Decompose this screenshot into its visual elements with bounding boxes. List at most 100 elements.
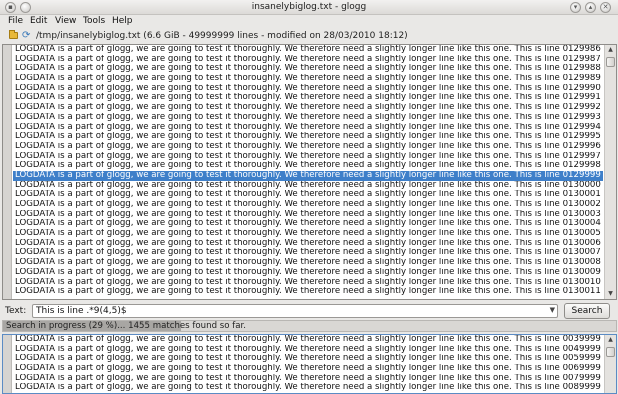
log-line[interactable]: LOGDATA is a part of glogg, we are going… xyxy=(13,170,603,181)
log-line[interactable]: LOGDATA is a part of glogg, we are going… xyxy=(13,229,603,239)
log-line-text: LOGDATA is a part of glogg, we are going… xyxy=(15,267,601,277)
log-line-text: LOGDATA is a part of glogg, we are going… xyxy=(15,258,601,268)
filtered-scroll-thumb[interactable] xyxy=(606,347,615,357)
log-line[interactable]: LOGDATA is a part of glogg, we are going… xyxy=(13,239,603,249)
filtered-line[interactable]: LOGDATA is a part of glogg, we are going… xyxy=(13,383,603,393)
log-line-text: LOGDATA is a part of glogg, we are going… xyxy=(15,122,601,132)
log-line[interactable]: LOGDATA is a part of glogg, we are going… xyxy=(13,181,603,191)
log-line-text: LOGDATA is a part of glogg, we are going… xyxy=(15,93,601,103)
menu-file[interactable]: File xyxy=(8,16,23,26)
log-line-text: LOGDATA is a part of glogg, we are going… xyxy=(15,219,601,229)
log-line[interactable]: LOGDATA is a part of glogg, we are going… xyxy=(13,113,603,123)
search-bar: Text: This is line .*9(4,5)$ ▼ Search xyxy=(0,302,618,320)
folder-icon xyxy=(9,30,18,39)
log-line[interactable]: LOGDATA is a part of glogg, we are going… xyxy=(13,219,603,229)
search-input[interactable]: This is line .*9(4,5)$ ▼ xyxy=(32,304,558,318)
main-scroll-thumb[interactable] xyxy=(606,57,615,67)
search-button[interactable]: Search xyxy=(564,303,610,319)
filtered-line-text: LOGDATA is a part of glogg, we are going… xyxy=(15,335,601,344)
main-gutter xyxy=(3,45,12,299)
log-line-text: LOGDATA is a part of glogg, we are going… xyxy=(15,112,601,122)
log-line[interactable]: LOGDATA is a part of glogg, we are going… xyxy=(13,152,603,162)
log-line-text: LOGDATA is a part of glogg, we are going… xyxy=(15,209,601,219)
reload-icon[interactable]: ⟳ xyxy=(22,30,30,41)
log-line-text: LOGDATA is a part of glogg, we are going… xyxy=(15,277,601,287)
main-log-view[interactable]: LOGDATA is a part of glogg, we are going… xyxy=(2,44,617,300)
title-bar: ▪ insanelybiglog.txt - glogg ▾ ▴ ✕ xyxy=(0,0,618,15)
close-button[interactable]: ✕ xyxy=(600,2,611,13)
log-line[interactable]: LOGDATA is a part of glogg, we are going… xyxy=(13,200,603,210)
log-line[interactable]: LOGDATA is a part of glogg, we are going… xyxy=(13,210,603,220)
filtered-line[interactable]: LOGDATA is a part of glogg, we are going… xyxy=(13,345,603,355)
log-line[interactable]: LOGDATA is a part of glogg, we are going… xyxy=(13,190,603,200)
file-info-bar: ⟳ /tmp/insanelybiglog.txt (6.6 GiB - 499… xyxy=(0,29,618,43)
filtered-gutter xyxy=(3,335,12,393)
search-label: Text: xyxy=(5,306,27,316)
log-line-text: LOGDATA is a part of glogg, we are going… xyxy=(15,170,601,180)
search-progress-bar: Search in progress (29 %)... 1455 matche… xyxy=(2,320,617,332)
log-line[interactable]: LOGDATA is a part of glogg, we are going… xyxy=(13,278,603,288)
log-line[interactable]: LOGDATA is a part of glogg, we are going… xyxy=(13,64,603,74)
file-info-text: /tmp/insanelybiglog.txt (6.6 GiB - 49999… xyxy=(36,31,408,41)
menu-bar: File Edit View Tools Help xyxy=(0,15,618,29)
filtered-line-text: LOGDATA is a part of glogg, we are going… xyxy=(15,383,601,393)
log-line-text: LOGDATA is a part of glogg, we are going… xyxy=(15,103,601,113)
dropdown-arrow-icon[interactable]: ▼ xyxy=(550,306,555,314)
log-line[interactable]: LOGDATA is a part of glogg, we are going… xyxy=(13,132,603,142)
log-line-text: LOGDATA is a part of glogg, we are going… xyxy=(15,238,601,248)
filtered-line[interactable]: LOGDATA is a part of glogg, we are going… xyxy=(13,354,603,364)
search-progress-text: Search in progress (29 %)... 1455 matche… xyxy=(6,321,246,331)
filtered-line-text: LOGDATA is a part of glogg, we are going… xyxy=(15,344,601,354)
log-line-text: LOGDATA is a part of glogg, we are going… xyxy=(15,132,601,142)
filtered-log-lines: LOGDATA is a part of glogg, we are going… xyxy=(13,335,603,393)
log-line[interactable]: LOGDATA is a part of glogg, we are going… xyxy=(13,123,603,133)
log-line-text: LOGDATA is a part of glogg, we are going… xyxy=(15,45,601,54)
log-line-text: LOGDATA is a part of glogg, we are going… xyxy=(15,190,601,200)
log-line[interactable]: LOGDATA is a part of glogg, we are going… xyxy=(13,45,603,55)
log-line[interactable]: LOGDATA is a part of glogg, we are going… xyxy=(13,93,603,103)
log-line-text: LOGDATA is a part of glogg, we are going… xyxy=(15,141,601,151)
log-line-text: LOGDATA is a part of glogg, we are going… xyxy=(15,200,601,209)
log-line[interactable]: LOGDATA is a part of glogg, we are going… xyxy=(13,142,603,152)
filtered-vertical-scrollbar[interactable]: ▲ xyxy=(604,335,616,393)
log-line[interactable]: LOGDATA is a part of glogg, we are going… xyxy=(13,84,603,94)
window-title: insanelybiglog.txt - glogg xyxy=(251,2,367,12)
log-line-text: LOGDATA is a part of glogg, we are going… xyxy=(15,83,601,93)
log-line[interactable]: LOGDATA is a part of glogg, we are going… xyxy=(13,248,603,258)
menu-edit[interactable]: Edit xyxy=(30,16,47,26)
filtered-line-text: LOGDATA is a part of glogg, we are going… xyxy=(15,373,601,383)
filtered-log-view[interactable]: LOGDATA is a part of glogg, we are going… xyxy=(2,334,617,394)
filtered-line-text: LOGDATA is a part of glogg, we are going… xyxy=(15,354,601,364)
log-line[interactable]: LOGDATA is a part of glogg, we are going… xyxy=(13,287,603,297)
log-line-text: LOGDATA is a part of glogg, we are going… xyxy=(15,161,601,171)
log-line[interactable]: LOGDATA is a part of glogg, we are going… xyxy=(13,161,603,171)
main-log-lines: LOGDATA is a part of glogg, we are going… xyxy=(13,45,603,297)
log-line[interactable]: LOGDATA is a part of glogg, we are going… xyxy=(13,103,603,113)
log-line-text: LOGDATA is a part of glogg, we are going… xyxy=(15,248,601,258)
log-line[interactable]: LOGDATA is a part of glogg, we are going… xyxy=(13,258,603,268)
search-input-value: This is line .*9(4,5)$ xyxy=(36,306,127,316)
log-line-text: LOGDATA is a part of glogg, we are going… xyxy=(15,151,601,161)
log-line-text: LOGDATA is a part of glogg, we are going… xyxy=(15,180,601,190)
maximize-button[interactable]: ▴ xyxy=(585,2,596,13)
log-line[interactable]: LOGDATA is a part of glogg, we are going… xyxy=(13,55,603,65)
scroll-down-arrow-icon[interactable]: ▼ xyxy=(605,289,616,299)
log-line-text: LOGDATA is a part of glogg, we are going… xyxy=(15,54,601,64)
log-line-text: LOGDATA is a part of glogg, we are going… xyxy=(15,64,601,74)
filtered-line[interactable]: LOGDATA is a part of glogg, we are going… xyxy=(13,364,603,374)
menu-help[interactable]: Help xyxy=(112,16,133,26)
log-line-text: LOGDATA is a part of glogg, we are going… xyxy=(15,229,601,239)
main-vertical-scrollbar[interactable]: ▲ ▼ xyxy=(604,45,616,299)
menu-view[interactable]: View xyxy=(55,16,76,26)
filtered-line[interactable]: LOGDATA is a part of glogg, we are going… xyxy=(13,374,603,384)
log-line[interactable]: LOGDATA is a part of glogg, we are going… xyxy=(13,268,603,278)
filtered-line[interactable]: LOGDATA is a part of glogg, we are going… xyxy=(13,335,603,345)
log-line-text: LOGDATA is a part of glogg, we are going… xyxy=(15,74,601,84)
minimize-button[interactable]: ▾ xyxy=(570,2,581,13)
scroll-up-arrow-icon[interactable]: ▲ xyxy=(605,335,616,345)
menu-tools[interactable]: Tools xyxy=(83,16,105,26)
scroll-up-arrow-icon[interactable]: ▲ xyxy=(605,45,616,55)
log-line[interactable]: LOGDATA is a part of glogg, we are going… xyxy=(13,74,603,84)
filtered-line-text: LOGDATA is a part of glogg, we are going… xyxy=(15,364,601,374)
log-line-text: LOGDATA is a part of glogg, we are going… xyxy=(15,287,601,297)
